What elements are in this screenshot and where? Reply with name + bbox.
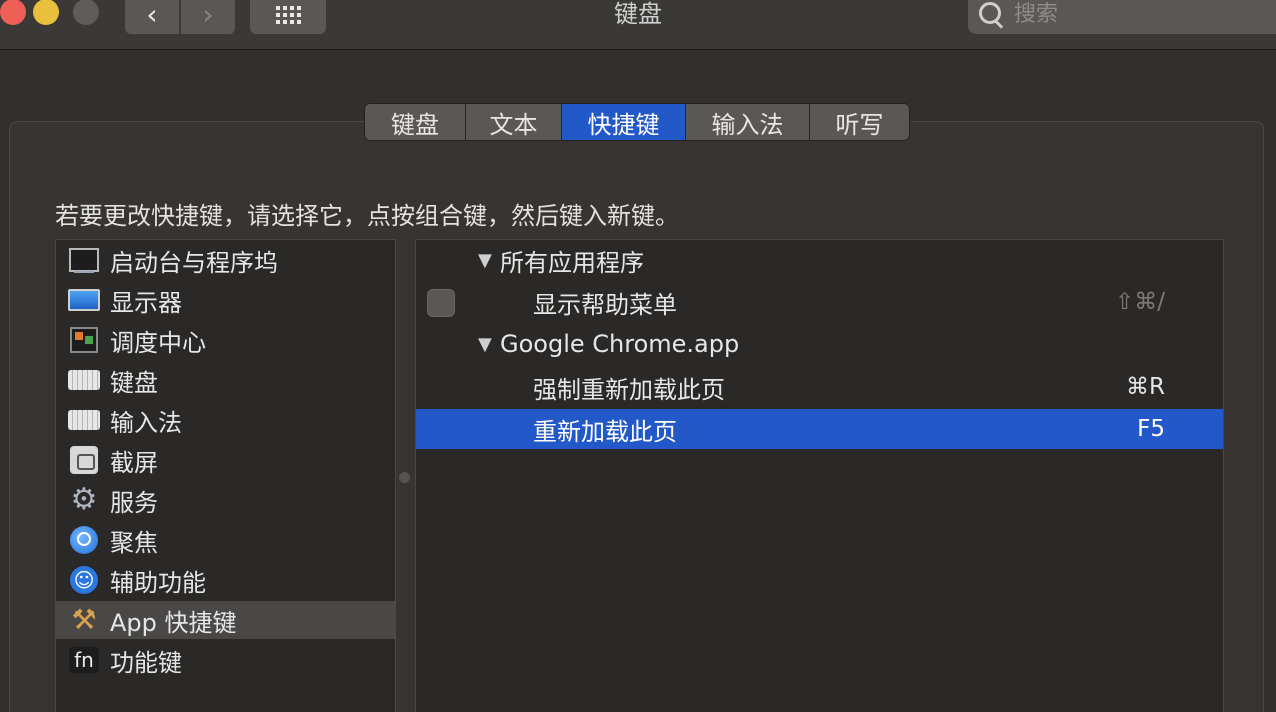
keyboard-icon xyxy=(68,364,100,396)
search-input[interactable] xyxy=(1014,1,1234,27)
tab-dictation[interactable]: 听写 xyxy=(810,104,909,140)
tab-shortcuts[interactable]: 快捷键 xyxy=(562,104,686,140)
category-app-shortcuts[interactable]: ⚒ App 快捷键 xyxy=(56,601,395,639)
enable-checkbox[interactable] xyxy=(427,289,455,317)
split-view-handle[interactable] xyxy=(399,472,410,483)
category-mission-control[interactable]: 调度中心 xyxy=(56,321,395,359)
shortcut-row[interactable]: 显示帮助菜单 ⇧⌘/ xyxy=(416,282,1223,322)
tab-text[interactable]: 文本 xyxy=(466,104,562,140)
app-shortcuts-icon: ⚒ xyxy=(71,603,97,636)
group-google-chrome[interactable]: ▼ Google Chrome.app xyxy=(416,324,1223,364)
shortcut-keys[interactable]: ⇧⌘/ xyxy=(1115,289,1165,315)
search-icon xyxy=(978,1,1004,27)
tab-keyboard[interactable]: 键盘 xyxy=(365,104,466,140)
category-label: 键盘 xyxy=(110,368,158,397)
keyboard-icon xyxy=(68,404,100,436)
shortcut-keys[interactable]: F5 xyxy=(1137,416,1165,442)
tab-bar: 键盘 文本 快捷键 输入法 听写 xyxy=(364,103,910,141)
category-accessibility[interactable]: ☺ 辅助功能 xyxy=(56,561,395,599)
category-label: 调度中心 xyxy=(110,328,206,357)
spotlight-icon xyxy=(68,524,100,556)
shortcut-keys[interactable]: ⌘R xyxy=(1126,374,1165,400)
screenshot-icon xyxy=(68,444,100,476)
group-label: Google Chrome.app xyxy=(500,330,740,358)
category-screenshots[interactable]: 截屏 xyxy=(56,441,395,479)
shortcut-label: 强制重新加载此页 xyxy=(533,375,725,404)
disclosure-triangle-icon[interactable]: ▼ xyxy=(478,250,492,271)
mission-control-icon xyxy=(68,324,100,356)
category-spotlight[interactable]: 聚焦 xyxy=(56,521,395,559)
category-label: 显示器 xyxy=(110,288,182,317)
category-label: 聚焦 xyxy=(110,528,158,557)
category-launchpad-dock[interactable]: 启动台与程序坞 xyxy=(56,241,395,279)
fn-key-icon: fn xyxy=(68,644,100,676)
category-label: 截屏 xyxy=(110,448,158,477)
search-field[interactable] xyxy=(968,0,1276,34)
category-label: 辅助功能 xyxy=(110,568,206,597)
category-label: App 快捷键 xyxy=(110,608,237,637)
shortcut-row-selected[interactable]: 重新加载此页 F5 xyxy=(416,409,1223,449)
category-label: 启动台与程序坞 xyxy=(110,248,278,277)
category-label: 输入法 xyxy=(110,408,182,437)
category-services[interactable]: ⚙ 服务 xyxy=(56,481,395,519)
display-icon xyxy=(68,284,100,316)
shortcut-list: ▼ 所有应用程序 显示帮助菜单 ⇧⌘/ ▼ Google Chrome.app … xyxy=(415,239,1224,712)
group-all-applications[interactable]: ▼ 所有应用程序 xyxy=(416,240,1223,280)
category-label: 功能键 xyxy=(110,648,182,677)
launchpad-icon xyxy=(68,244,100,276)
accessibility-icon: ☺ xyxy=(68,564,100,596)
shortcut-label: 显示帮助菜单 xyxy=(533,290,677,319)
category-label: 服务 xyxy=(110,488,158,517)
title-bar: ‹ › 键盘 xyxy=(0,0,1276,50)
shortcut-category-list: 启动台与程序坞 显示器 调度中心 键盘 输入法 截屏 ⚙ 服务 聚焦 ☺ 辅助功… xyxy=(55,239,396,712)
shortcut-row[interactable]: 强制重新加载此页 ⌘R xyxy=(416,367,1223,407)
category-displays[interactable]: 显示器 xyxy=(56,281,395,319)
category-input-sources[interactable]: 输入法 xyxy=(56,401,395,439)
gear-icon: ⚙ xyxy=(70,482,98,517)
shortcut-label: 重新加载此页 xyxy=(533,417,677,446)
disclosure-triangle-icon[interactable]: ▼ xyxy=(478,334,492,355)
group-label: 所有应用程序 xyxy=(500,248,644,277)
instruction-text: 若要更改快捷键，请选择它，点按组合键，然后键入新键。 xyxy=(55,202,679,230)
tab-input-sources[interactable]: 输入法 xyxy=(686,104,810,140)
category-function-keys[interactable]: fn 功能键 xyxy=(56,641,395,679)
category-keyboard[interactable]: 键盘 xyxy=(56,361,395,399)
